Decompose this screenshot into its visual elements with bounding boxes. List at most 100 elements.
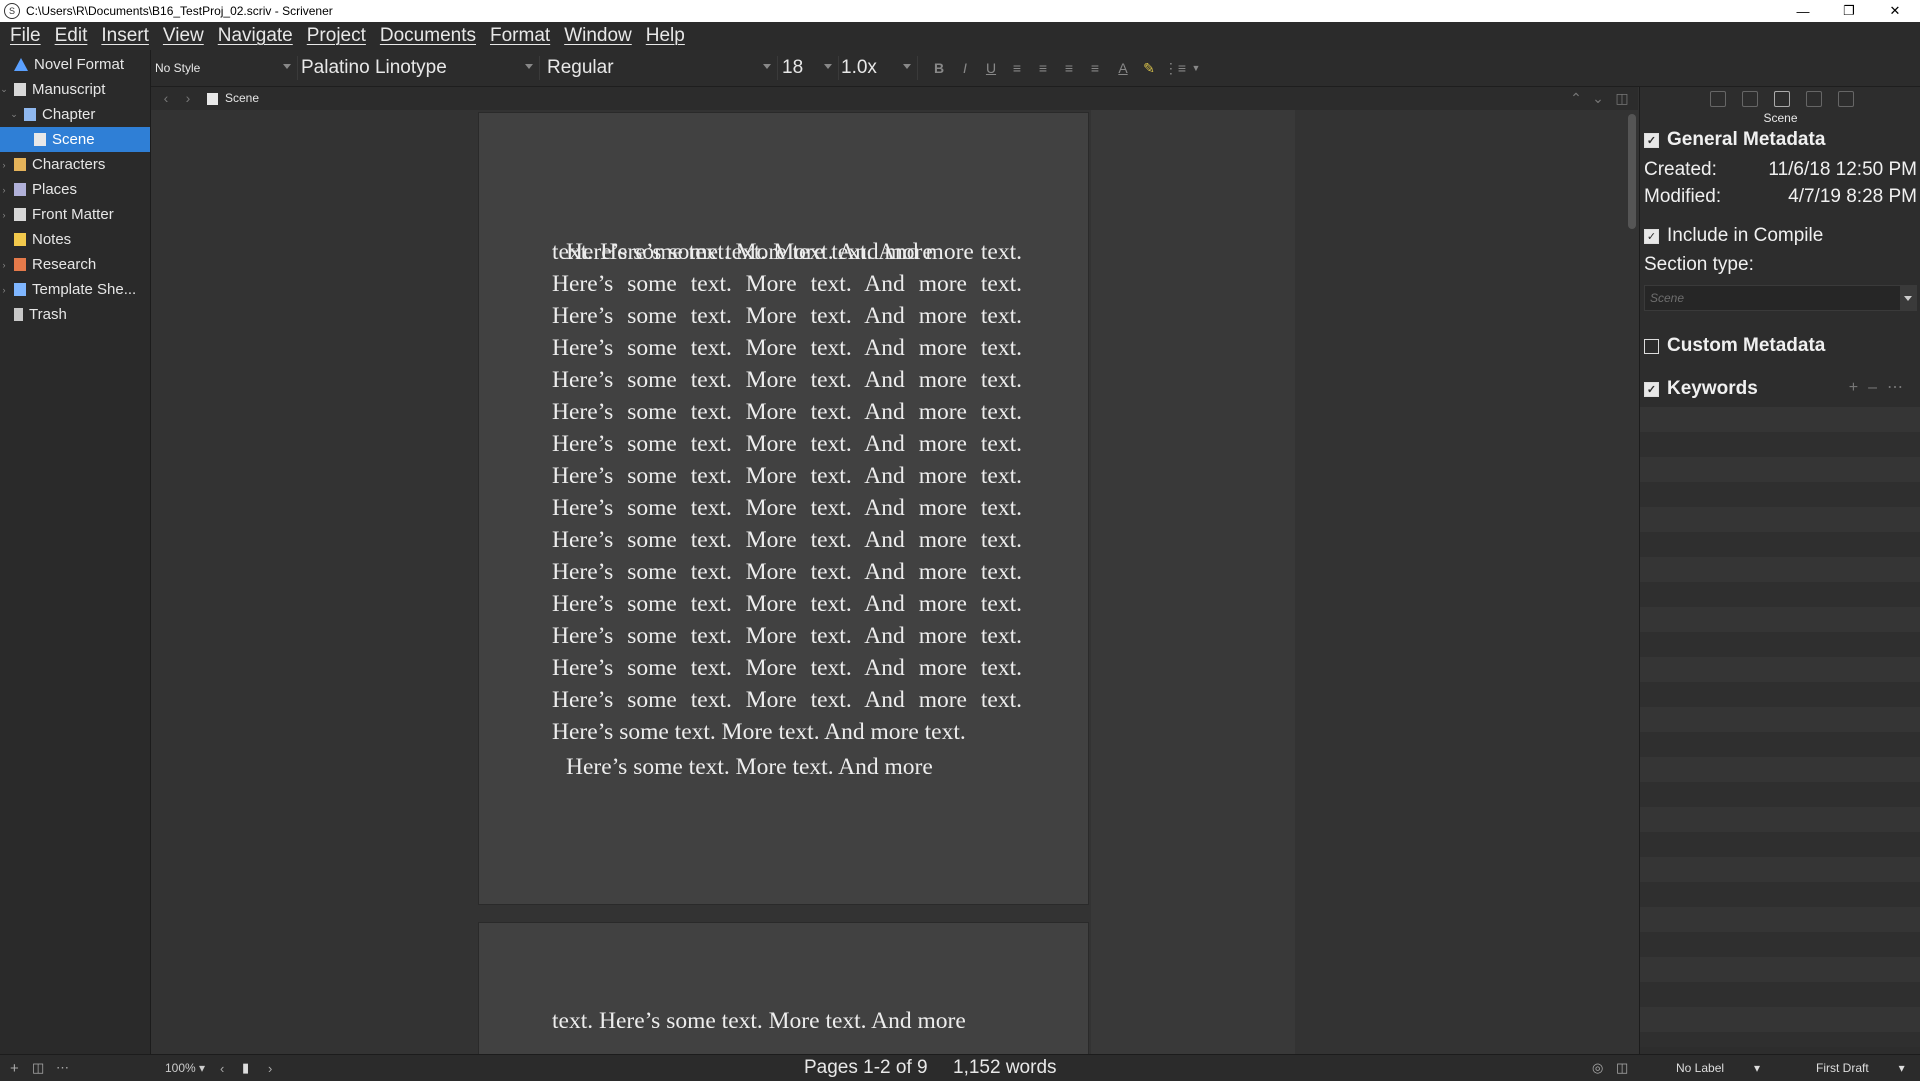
font-size-select[interactable]: 18: [778, 56, 839, 80]
binder-item-novel-format[interactable]: Novel Format: [0, 52, 150, 77]
editor-scrollbar[interactable]: [1628, 114, 1636, 229]
more-icon[interactable]: ⋯: [56, 1055, 69, 1081]
chevron-down-icon[interactable]: ⌄: [10, 109, 18, 120]
menu-documents[interactable]: Documents: [373, 25, 483, 47]
menu-insert[interactable]: Insert: [94, 25, 156, 47]
binder-item-chapter[interactable]: ⌄ Chapter: [0, 102, 150, 127]
more-icon[interactable]: ⋯: [1887, 379, 1913, 396]
binder-item-scene[interactable]: Scene: [0, 127, 150, 152]
add-icon[interactable]: +: [10, 1055, 19, 1081]
checkbox-checked-icon[interactable]: ✓: [1644, 132, 1659, 148]
zoom-select[interactable]: 100% ▾: [165, 1055, 205, 1081]
page-2-text[interactable]: text. Here’s some text. More text. And m…: [552, 1005, 1022, 1037]
page-2[interactable]: text. Here’s some text. More text. And m…: [478, 922, 1089, 1054]
document-icon[interactable]: ▮: [242, 1055, 249, 1081]
text-color-icon[interactable]: A: [1113, 58, 1133, 78]
created-row: Created: 11/6/18 12:50 PM: [1644, 159, 1917, 180]
back-arrow-icon[interactable]: ‹: [220, 1055, 224, 1081]
keywords-header[interactable]: ✓ Keywords: [1644, 378, 1758, 400]
chevron-down-icon[interactable]: ⌄: [1589, 89, 1607, 107]
header-doc-title[interactable]: Scene: [225, 91, 259, 105]
places-folder-icon: [14, 183, 26, 196]
align-right-icon[interactable]: ≡: [1085, 58, 1105, 78]
binder-item-characters[interactable]: › Characters: [0, 152, 150, 177]
font-weight-select[interactable]: Regular: [547, 56, 778, 80]
page-1[interactable]: Here’s some text. More text. And more te…: [478, 112, 1089, 905]
checkbox-unchecked-icon[interactable]: [1644, 338, 1659, 354]
list-icon[interactable]: ⋮≡: [1164, 58, 1186, 78]
chevron-up-icon[interactable]: ⌃: [1567, 89, 1585, 107]
chevron-right-icon[interactable]: ›: [0, 160, 8, 170]
chevron-down-icon[interactable]: ▼: [1186, 58, 1206, 78]
paragraph-1[interactable]: text. Here’s some text. More text. And m…: [552, 236, 1022, 748]
italic-icon[interactable]: I: [955, 58, 975, 78]
line-spacing-select[interactable]: 1.0x: [841, 56, 918, 80]
bookmarks-icon[interactable]: [1742, 91, 1758, 107]
novel-format-icon: [14, 58, 28, 71]
bold-icon[interactable]: B: [929, 58, 949, 78]
highlight-icon[interactable]: ✎: [1139, 58, 1159, 78]
font-family-select[interactable]: Palatino Linotype: [301, 56, 540, 80]
paragraph-2[interactable]: Here’s some text. More text. And more: [552, 751, 1022, 783]
binder-item-trash[interactable]: Trash: [0, 302, 150, 327]
forward-arrow-icon[interactable]: ›: [179, 89, 197, 107]
chevron-right-icon[interactable]: ›: [0, 210, 8, 220]
comments-icon[interactable]: [1838, 91, 1854, 107]
status-select[interactable]: First Draft ▾: [1816, 1055, 1905, 1081]
back-arrow-icon[interactable]: ‹: [157, 89, 175, 107]
chevron-down-icon: [283, 64, 291, 69]
comment-icon[interactable]: ◫: [1616, 1055, 1628, 1081]
remove-icon[interactable]: –: [1868, 379, 1887, 396]
notes-icon[interactable]: [1710, 91, 1726, 107]
add-folder-icon[interactable]: ◫: [32, 1055, 44, 1081]
menu-window[interactable]: Window: [557, 25, 639, 47]
close-icon[interactable]: ✕: [1872, 0, 1918, 22]
split-editor-icon[interactable]: ◫: [1613, 89, 1631, 107]
general-metadata-header[interactable]: ✓ General Metadata: [1644, 129, 1825, 151]
section-type-select[interactable]: Scene: [1644, 285, 1917, 311]
restore-icon[interactable]: ❐: [1826, 0, 1872, 22]
menu-edit[interactable]: Edit: [48, 25, 95, 47]
checkbox-checked-icon[interactable]: ✓: [1644, 381, 1659, 397]
target-icon[interactable]: ◎: [1592, 1055, 1603, 1081]
include-in-compile-checkbox[interactable]: ✓ Include in Compile: [1644, 225, 1823, 247]
align-justify-icon[interactable]: ≡: [1059, 58, 1079, 78]
metadata-icon[interactable]: [1774, 91, 1790, 107]
forward-arrow-icon[interactable]: ›: [268, 1055, 272, 1081]
page-count: Pages 1-2 of 9: [804, 1057, 928, 1078]
menu-help[interactable]: Help: [639, 25, 692, 47]
menu-format[interactable]: Format: [483, 25, 557, 47]
chevron-right-icon[interactable]: ›: [0, 185, 8, 195]
custom-metadata-header[interactable]: Custom Metadata: [1644, 335, 1825, 357]
binder-item-notes[interactable]: Notes: [0, 227, 150, 252]
chevron-down-icon[interactable]: ⌄: [0, 84, 8, 95]
style-select[interactable]: No Style: [155, 56, 298, 80]
underline-icon[interactable]: U: [981, 58, 1001, 78]
binder-item-template-sheets[interactable]: › Template She...: [0, 277, 150, 302]
align-center-icon[interactable]: ≡: [1033, 58, 1053, 78]
menu-project[interactable]: Project: [300, 25, 373, 47]
menu-file[interactable]: File: [0, 25, 48, 47]
inspector-toolbar: [1640, 87, 1920, 109]
binder-item-research[interactable]: › Research: [0, 252, 150, 277]
chevron-down-icon: [1900, 286, 1916, 310]
minimize-icon[interactable]: —: [1780, 0, 1826, 22]
editor-side-panel: [1091, 110, 1295, 1054]
align-left-icon[interactable]: ≡: [1007, 58, 1027, 78]
label-select[interactable]: No Label ▾: [1676, 1055, 1760, 1081]
binder-item-label: Places: [32, 181, 78, 198]
template-sheets-icon: [14, 283, 26, 296]
checkbox-checked-icon[interactable]: ✓: [1644, 228, 1659, 244]
research-folder-icon: [14, 258, 26, 271]
binder-item-manuscript[interactable]: ⌄ Manuscript: [0, 77, 150, 102]
chevron-right-icon[interactable]: ›: [0, 260, 8, 270]
chevron-right-icon[interactable]: ›: [0, 285, 8, 295]
menu-view[interactable]: View: [156, 25, 211, 47]
editor-area[interactable]: Here’s some text. More text. And more te…: [151, 110, 1638, 1054]
binder-item-places[interactable]: › Places: [0, 177, 150, 202]
keywords-list[interactable]: [1640, 407, 1920, 1047]
menu-navigate[interactable]: Navigate: [211, 25, 300, 47]
binder-item-front-matter[interactable]: › Front Matter: [0, 202, 150, 227]
snapshots-icon[interactable]: [1806, 91, 1822, 107]
add-icon[interactable]: +: [1849, 379, 1868, 396]
